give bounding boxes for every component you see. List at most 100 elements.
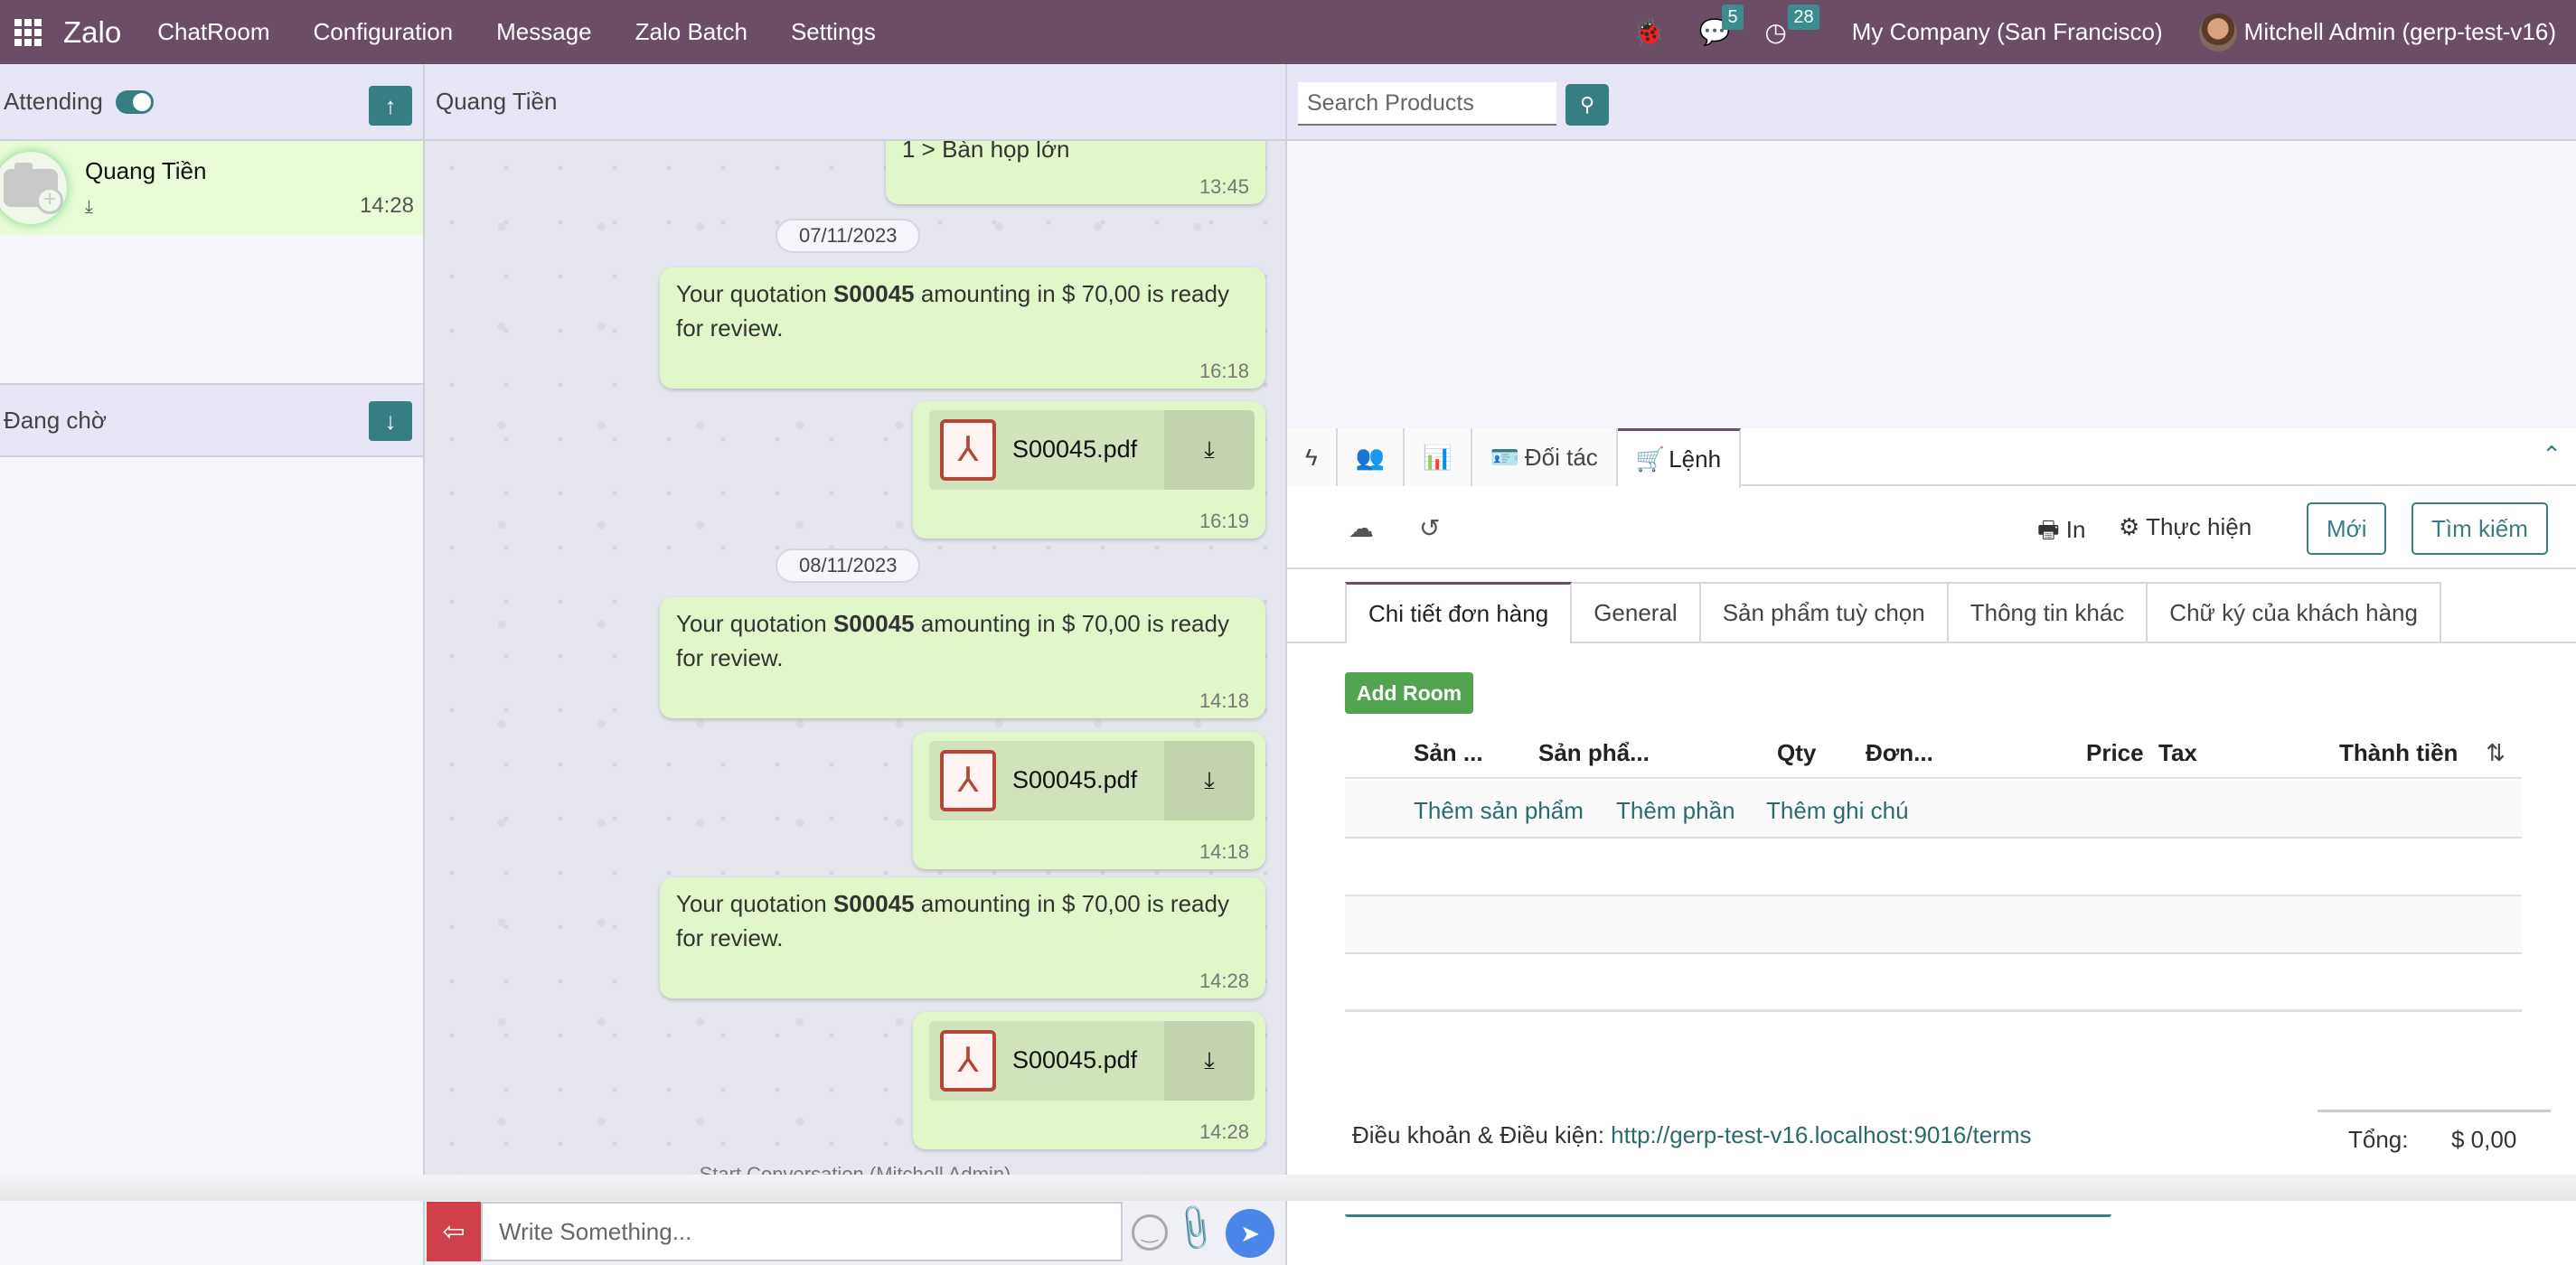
column-header[interactable]: Thành tiền [2339,739,2458,767]
add-note-link[interactable]: Thêm ghi chú [1766,797,1909,825]
tab-stats[interactable]: 📊 [1405,428,1472,486]
column-header[interactable]: Qty [1777,739,1816,767]
waiting-header: Đang chờ ↓ [0,383,423,457]
gear-icon: ⚙ [2119,513,2140,540]
tab-users[interactable]: 👥 [1337,428,1406,486]
waiting-label: Đang chờ [4,406,107,434]
emoji-icon[interactable]: ‿ [1132,1214,1168,1251]
date-separator: 08/11/2023 [776,548,921,583]
file-name: S00045.pdf [1012,766,1138,793]
terms-field-underline [1345,1214,2111,1217]
chat-contact-name: Quang Tiền [436,88,558,115]
bottom-shadow [0,1175,2576,1201]
expand-down-button[interactable]: ↓ [369,401,412,441]
cloud-upload-icon[interactable]: ☁ [1349,513,1374,543]
file-message: ⅄ S00045.pdf ⤓ 16:19 [913,401,1265,539]
apps-grid-icon[interactable] [14,18,42,46]
contact-time: 14:28 [359,193,414,218]
column-header[interactable]: Sản ... [1414,739,1483,767]
arrow-down-icon: ↓ [384,407,397,435]
tab-general[interactable]: General [1572,582,1701,643]
top-navbar: Zalo ChatRoom Configuration Message Zalo… [0,0,2576,64]
order-sub-tabs: Chi tiết đơn hàng General Sản phẩm tuỳ c… [1345,582,2441,643]
bar-chart-icon: 📊 [1423,443,1453,471]
contact-list-item[interactable]: + Quang Tiền ⤓ 14:28 [0,141,423,235]
print-button[interactable]: 🖶 In [2037,513,2085,553]
conversation-list-panel: Attending ↑ + Quang Tiền ⤓ 14:28 Đang ch… [0,64,425,1265]
column-header[interactable]: Tax [2158,739,2197,767]
chevron-up-icon[interactable]: ⌃ [2542,441,2562,469]
send-button[interactable]: ➤ [1226,1209,1274,1258]
search-button[interactable]: ⚲ [1565,84,1609,126]
menu-message[interactable]: Message [496,18,592,46]
user-avatar[interactable] [2198,13,2237,52]
message-time: 14:28 [1199,1120,1249,1143]
activities-clock-icon[interactable]: ◷ 28 [1764,5,1819,47]
add-room-button[interactable]: Add Room [1345,672,1473,714]
menu-chatroom[interactable]: ChatRoom [157,18,269,46]
column-header[interactable]: Đơn... [1866,739,1933,767]
search-records-button[interactable]: Tìm kiếm [2411,502,2548,555]
tab-customer-signature[interactable]: Chữ ký của khách hàng [2148,582,2441,643]
contact-avatar: + [0,152,67,224]
company-switcher[interactable]: My Company (San Francisco) [1852,18,2163,46]
collapse-up-button[interactable]: ↑ [369,86,412,126]
tab-quick[interactable]: ϟ [1287,428,1338,486]
file-attachment[interactable]: ⅄ S00045.pdf ⤓ [929,410,1255,490]
message-time: 16:18 [1199,360,1249,382]
terms-label: Điều khoản & Điều kiện: [1352,1121,1612,1148]
table-row [1345,896,2522,954]
download-icon: ⤓ [1204,766,1215,793]
sign-out-icon: ⇦ [442,1216,465,1247]
file-attachment[interactable]: ⅄ S00045.pdf ⤓ [929,741,1255,820]
messages-icon[interactable]: 💬 5 [1698,5,1744,47]
download-icon: ⤓ [85,197,93,217]
tab-order-details[interactable]: Chi tiết đơn hàng [1345,582,1573,643]
order-form: ϟ 👥 📊 🪪 Đối tác 🛒 Lệnh ⌃ ☁ ↺ 🖶 In ⚙ Thực h… [1287,428,2576,1265]
app-brand[interactable]: Zalo [63,15,121,50]
search-products-input[interactable] [1298,82,1556,126]
message-composer: ⇦ ‿ 📎 ➤ [425,1198,1285,1265]
chat-message: Your quotation S00045 amounting in $ 70,… [660,877,1265,998]
pdf-file-icon: ⅄ [940,750,996,811]
add-line-row: Thêm sản phẩm Thêm phần Thêm ghi chú [1345,781,2522,839]
add-section-link[interactable]: Thêm phần [1616,797,1735,825]
debug-bug-icon[interactable]: 🐞 [1633,17,1665,47]
printer-icon: 🖶 [2037,516,2060,543]
user-menu[interactable]: Mitchell Admin (gerp-test-v16) [2244,18,2556,46]
new-button[interactable]: Mới [2307,502,2387,555]
terms-link[interactable]: http://gerp-test-v16.localhost:9016/term… [1611,1121,2031,1148]
file-name: S00045.pdf [1012,436,1138,463]
add-product-link[interactable]: Thêm sản phẩm [1414,797,1584,825]
file-download-button[interactable]: ⤓ [1164,1021,1255,1101]
tab-order[interactable]: 🛒 Lệnh [1617,428,1742,488]
menu-configuration[interactable]: Configuration [313,18,453,46]
message-text: Your quotation S00045 amounting in $ 70,… [676,890,1229,951]
tab-optional-products[interactable]: Sản phẩm tuỳ chọn [1700,582,1949,643]
terms-and-conditions[interactable]: Điều khoản & Điều kiện: http://gerp-test… [1352,1117,2129,1153]
tab-other-info[interactable]: Thông tin khác [1948,582,2148,643]
file-attachment[interactable]: ⅄ S00045.pdf ⤓ [929,1021,1255,1101]
message-time: 14:18 [1199,689,1249,712]
file-download-button[interactable]: ⤓ [1164,741,1255,820]
execute-button[interactable]: ⚙ Thực hiện [2119,513,2252,541]
menu-settings[interactable]: Settings [791,18,876,46]
undo-icon[interactable]: ↺ [1419,513,1440,543]
id-card-icon: 🪪 [1490,443,1519,471]
menu-zalo-batch[interactable]: Zalo Batch [635,18,747,46]
paperclip-icon[interactable]: 📎 [1168,1201,1223,1255]
chat-messages[interactable]: 1 > Bàn họp lớn 13:45 07/11/2023 Your qu… [425,105,1285,1265]
message-input[interactable] [481,1202,1123,1261]
attending-toggle[interactable] [115,89,154,114]
tab-partner[interactable]: 🪪 Đối tác [1471,428,1618,486]
file-name: S00045.pdf [1012,1046,1138,1073]
search-icon: ⚲ [1579,93,1595,116]
leave-conversation-button[interactable]: ⇦ [427,1202,481,1261]
column-settings-icon[interactable]: ⇅ [2486,739,2505,767]
paper-plane-icon: ➤ [1240,1219,1260,1247]
file-download-button[interactable]: ⤓ [1164,410,1255,490]
table-row [1345,839,2522,896]
users-icon: 👥 [1355,443,1386,471]
column-header[interactable]: Sản phẩ... [1538,739,1650,767]
column-header[interactable]: Price [2086,739,2144,767]
